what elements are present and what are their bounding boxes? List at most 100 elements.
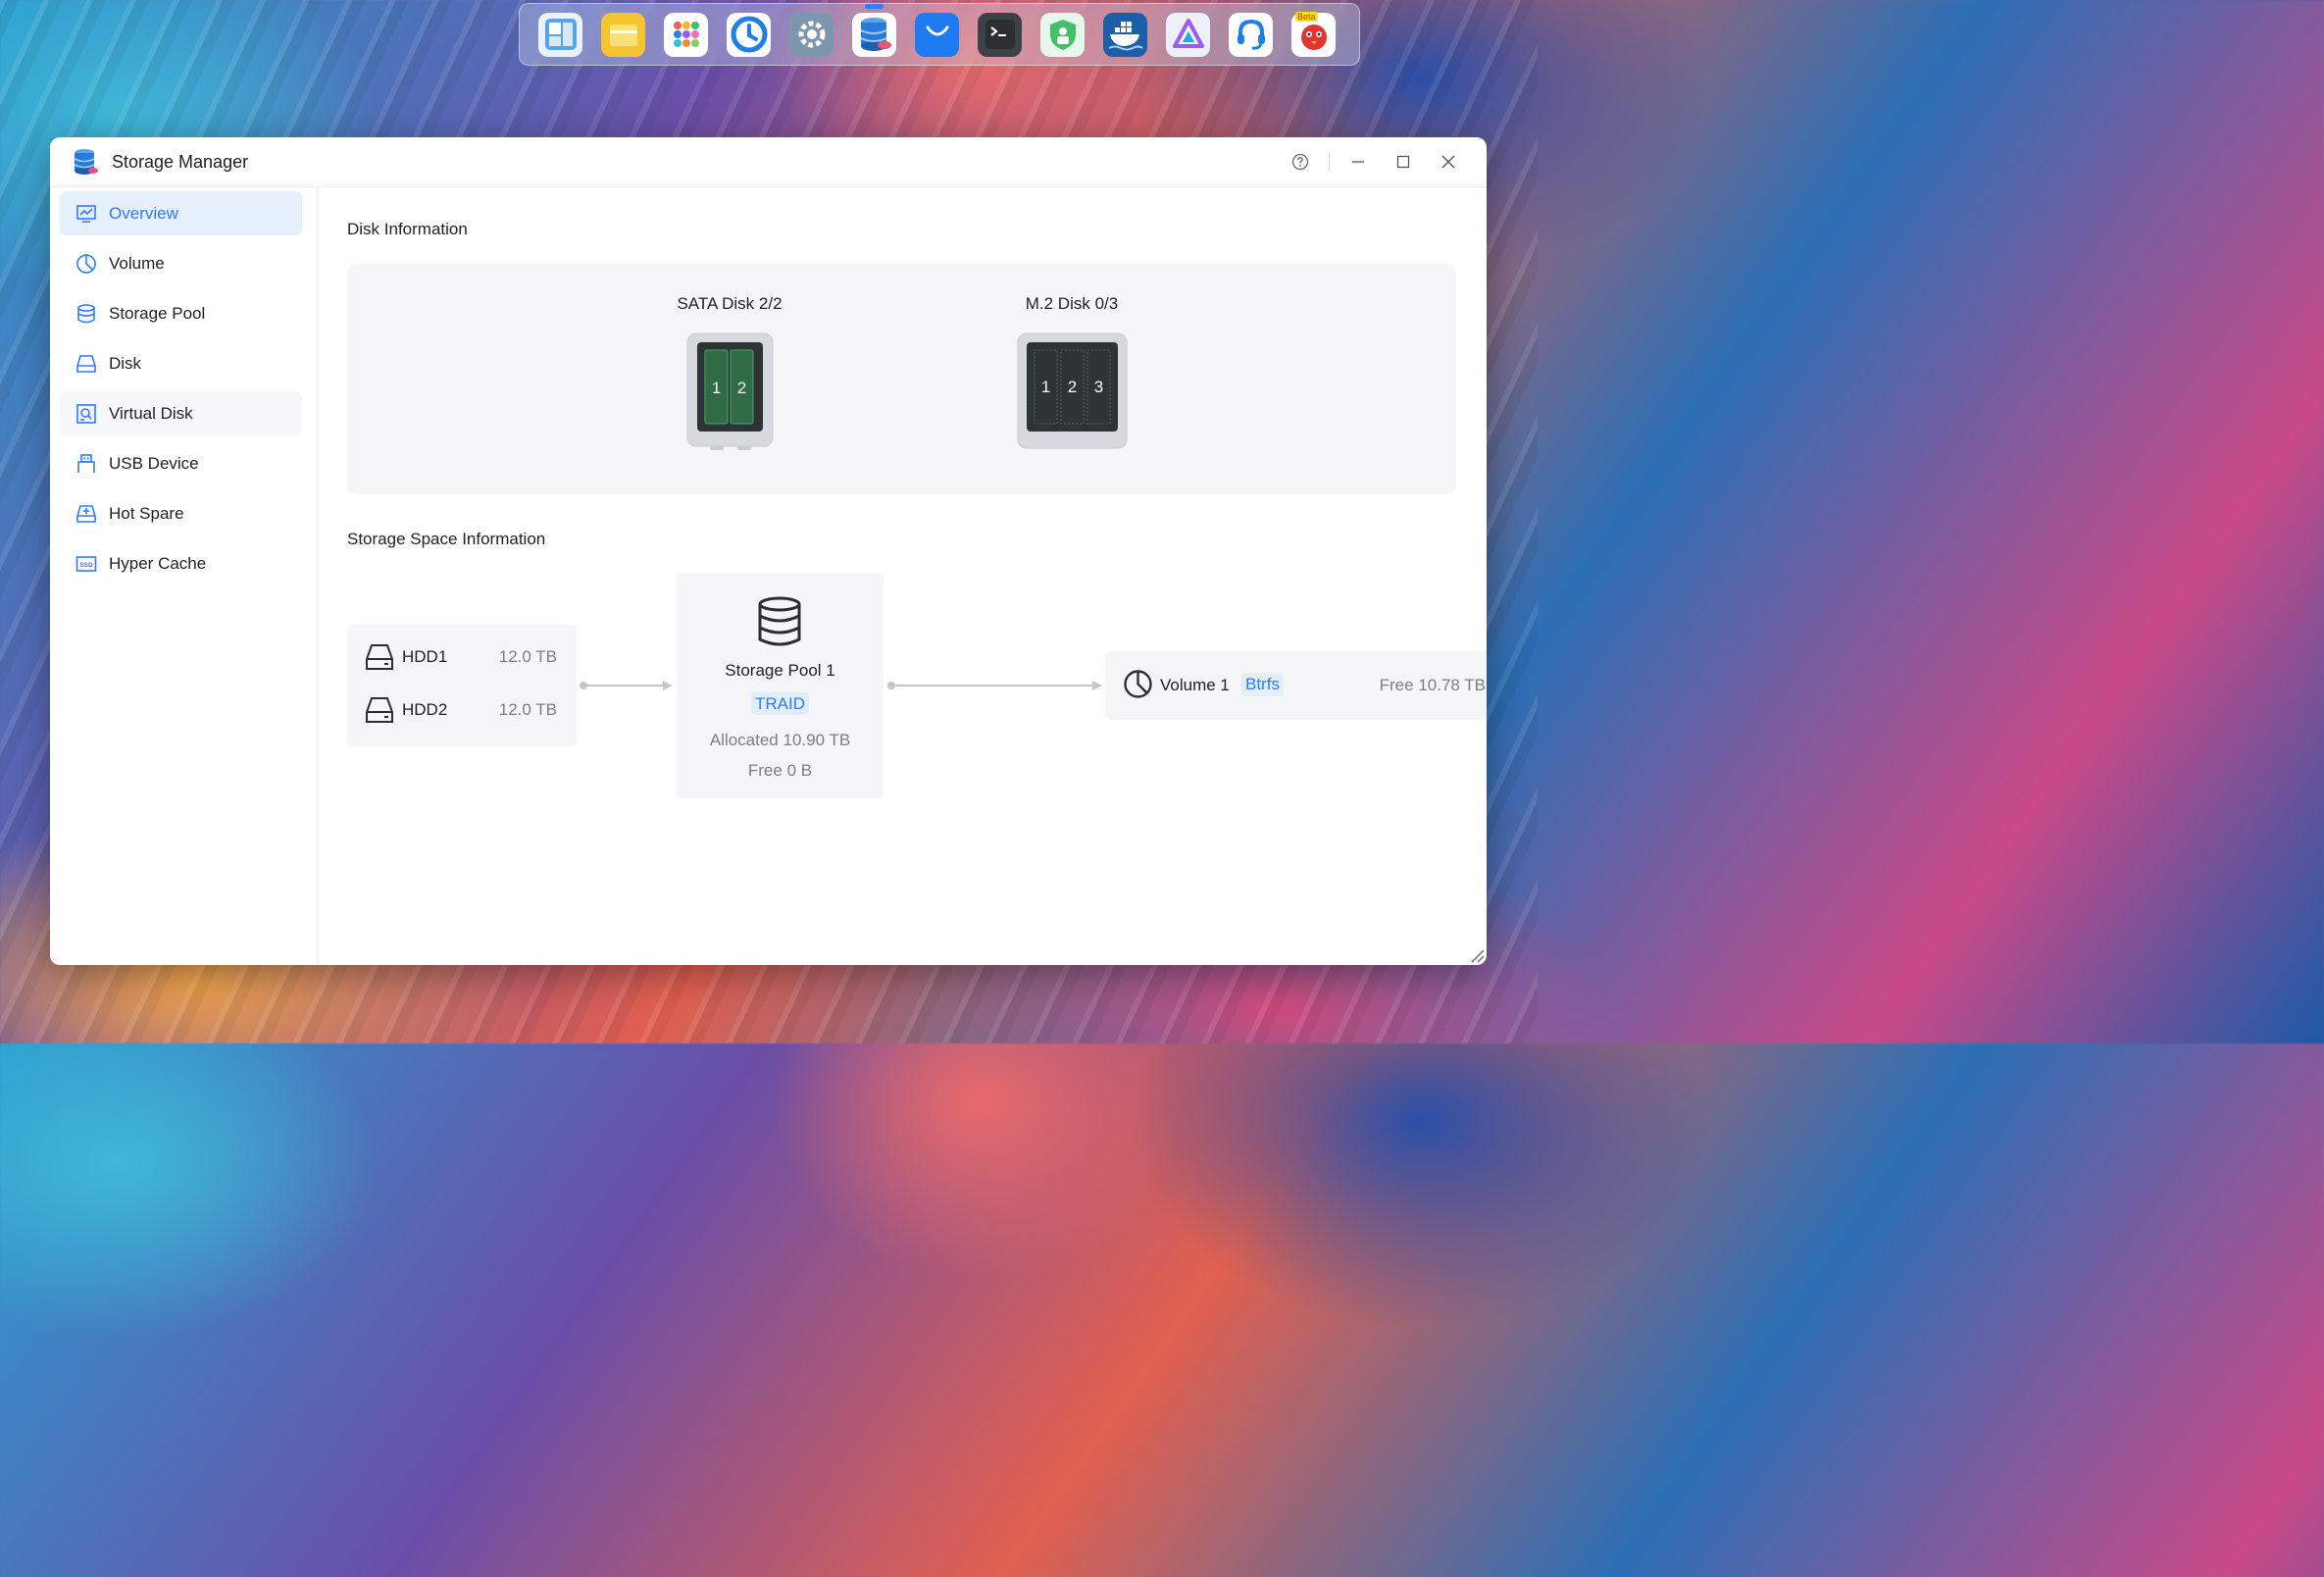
- dock-app-center[interactable]: [538, 12, 582, 57]
- overview-monitor-icon: [76, 203, 97, 225]
- terminal-icon: [985, 20, 1015, 49]
- storage-pool-card[interactable]: Storage Pool 1 TRAID Allocated 10.90 TB …: [677, 573, 884, 798]
- storage-manager-icon: [860, 18, 891, 51]
- titlebar-separator: [1329, 153, 1330, 171]
- help-question-icon: [1291, 153, 1309, 171]
- docker-whale-icon: [1108, 22, 1143, 51]
- hdd-icon: [366, 644, 393, 670]
- sidebar-item-storage-pool[interactable]: Storage Pool: [60, 291, 302, 335]
- running-indicator: [865, 3, 884, 9]
- pool-free: Free 0 B: [747, 761, 813, 780]
- sidebar-item-virtual-disk[interactable]: Virtual Disk: [60, 391, 302, 435]
- files-folder-icon: [609, 25, 637, 46]
- mascot-icon: [1300, 25, 1327, 50]
- pool-name: Storage Pool 1: [725, 661, 835, 680]
- app-center-icon: [544, 19, 577, 50]
- sata-slot-1: 1: [712, 379, 721, 397]
- disks-to-pool-arrow: [580, 681, 673, 690]
- volume-name: Volume 1: [1160, 676, 1230, 694]
- sidebar-item-label: Hot Spare: [109, 503, 184, 523]
- m2-slot-2: 2: [1068, 378, 1077, 396]
- volume-card[interactable]: Volume 1 Btrfs Free 10.78 TB: [1105, 651, 1487, 720]
- ssd-cache-icon: SSD: [76, 553, 97, 575]
- close-button[interactable]: [1426, 149, 1471, 175]
- dock-jellyfin[interactable]: [1166, 12, 1210, 57]
- sidebar-item-label: USB Device: [109, 453, 199, 473]
- dock-app-store[interactable]: [915, 12, 959, 57]
- window-titlebar[interactable]: Storage Manager: [50, 137, 1487, 187]
- m2-enclosure-icon[interactable]: 1 2 3: [1017, 332, 1129, 452]
- sidebar-item-disk[interactable]: Disk: [60, 341, 302, 385]
- app-store-bag-icon: [926, 25, 948, 36]
- pool-allocated: Allocated 10.90 TB: [709, 731, 851, 749]
- sidebar-item-overview[interactable]: Overview: [60, 191, 302, 235]
- maximize-icon: [1396, 155, 1410, 169]
- sata-enclosure-icon[interactable]: 1 2: [686, 332, 775, 452]
- hdd2-name: HDD2: [402, 700, 448, 719]
- dock-mascot[interactable]: Beta: [1291, 11, 1336, 57]
- resize-handle-icon[interactable]: [1467, 945, 1485, 963]
- help-button[interactable]: [1278, 149, 1323, 175]
- volume-pie-icon: [76, 253, 97, 275]
- hot-spare-icon: [76, 503, 97, 525]
- m2-slot-3: 3: [1094, 378, 1103, 396]
- beta-badge: Beta: [1295, 11, 1318, 22]
- sidebar-item-volume[interactable]: Volume: [60, 241, 302, 285]
- storage-manager-window: Storage Manager Overview Volume Storage …: [50, 137, 1487, 965]
- backup-clock-icon: [731, 16, 767, 53]
- sata-disk-label: SATA Disk 2/2: [677, 294, 783, 313]
- maximize-button[interactable]: [1381, 149, 1426, 175]
- main-content: Disk Information SATA Disk 2/2 M.2 Disk …: [318, 187, 1487, 965]
- dock-files[interactable]: [601, 12, 645, 57]
- storage-pool-database-icon: [758, 596, 801, 646]
- hdd-icon: [366, 697, 393, 723]
- window-title: Storage Manager: [112, 151, 249, 172]
- support-headset-icon: [1237, 19, 1265, 50]
- raid-type-badge: TRAID: [751, 692, 809, 715]
- sidebar-item-label: Disk: [109, 353, 142, 373]
- sidebar-item-label: Hyper Cache: [109, 553, 207, 573]
- virtual-disk-icon: [76, 403, 97, 425]
- hdd1-name: HDD1: [402, 647, 448, 666]
- dock-all-apps[interactable]: [664, 12, 708, 57]
- hdd1-size: 12.0 TB: [498, 647, 557, 666]
- sidebar-item-label: Virtual Disk: [109, 403, 193, 423]
- sidebar-item-usb-device[interactable]: USB Device: [60, 441, 302, 485]
- svg-text:SSD: SSD: [79, 562, 93, 569]
- dock-backup[interactable]: [727, 12, 771, 57]
- usb-icon: [76, 453, 97, 475]
- storage-manager-app-icon: [74, 149, 98, 175]
- storage-pool-database-icon: [76, 303, 97, 325]
- volume-pie-icon: [1124, 670, 1152, 698]
- filesystem-badge: Btrfs: [1241, 673, 1284, 696]
- sidebar-item-label: Storage Pool: [109, 303, 206, 323]
- dock-terminal[interactable]: [978, 12, 1022, 57]
- pool-to-volume-arrow: [887, 681, 1102, 690]
- settings-gear-icon: [798, 21, 825, 48]
- dock-settings[interactable]: [789, 12, 834, 57]
- disk-information-panel: SATA Disk 2/2 M.2 Disk 0/3 1 2 1 2 3: [347, 264, 1456, 494]
- dock-storage-manager[interactable]: [852, 3, 896, 57]
- dock-docker[interactable]: [1103, 12, 1147, 57]
- sidebar: Overview Volume Storage Pool Disk Virtua…: [50, 187, 318, 965]
- minimize-icon: [1352, 161, 1364, 163]
- close-icon: [1441, 155, 1455, 169]
- hdd2-size: 12.0 TB: [498, 700, 557, 719]
- disk-information-title: Disk Information: [347, 220, 468, 238]
- sidebar-item-hot-spare[interactable]: Hot Spare: [60, 491, 302, 535]
- disks-card[interactable]: HDD1 12.0 TB HDD2 12.0 TB: [347, 625, 577, 746]
- sidebar-item-hyper-cache[interactable]: SSD Hyper Cache: [60, 541, 302, 585]
- storage-space-title: Storage Space Information: [347, 530, 546, 548]
- jellyfin-icon: [1172, 19, 1204, 48]
- all-apps-grid-icon: [673, 22, 699, 47]
- disk-drive-icon: [76, 353, 97, 375]
- sidebar-item-label: Volume: [109, 253, 165, 273]
- volume-free: Free 10.78 TB: [1379, 676, 1486, 694]
- dock-support[interactable]: [1229, 12, 1273, 57]
- dock-security[interactable]: [1040, 12, 1085, 57]
- m2-slot-1: 1: [1041, 378, 1050, 396]
- minimize-button[interactable]: [1336, 149, 1381, 175]
- security-shield-icon: [1049, 20, 1076, 50]
- sidebar-item-label: Overview: [109, 203, 178, 223]
- dock: Beta: [519, 3, 1360, 66]
